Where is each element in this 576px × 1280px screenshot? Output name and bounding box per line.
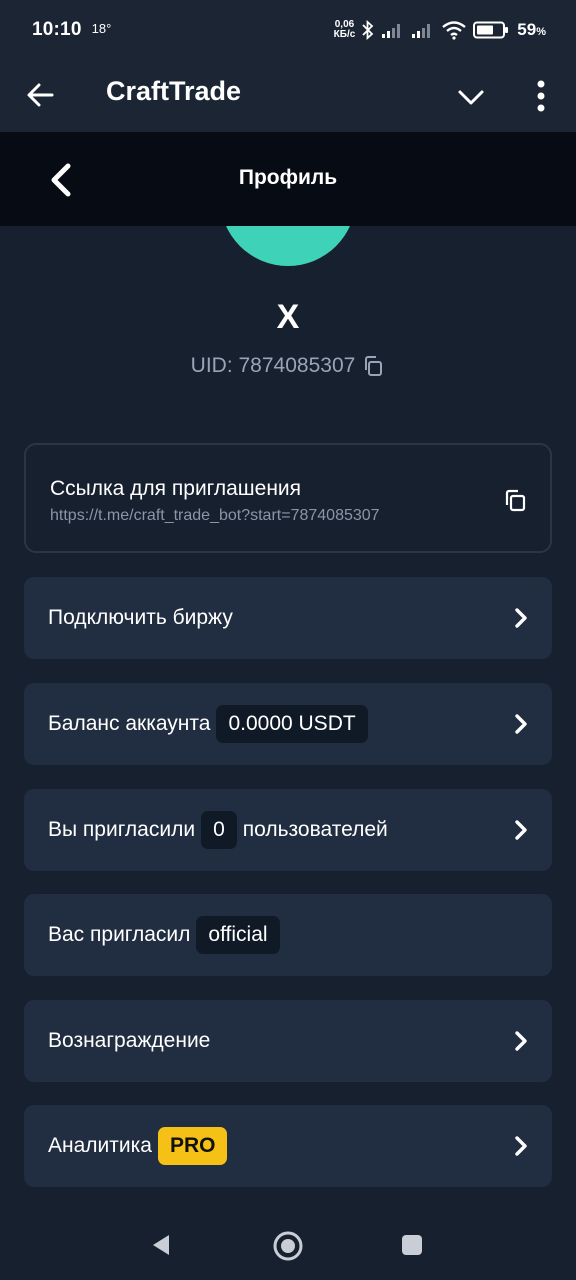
nav-back-icon[interactable] [148, 1232, 174, 1258]
system-nav-bar [0, 1210, 576, 1280]
chevron-right-icon [515, 608, 527, 628]
invited-by-item: Вас пригласил official [24, 894, 552, 976]
page-header: Профиль [0, 132, 576, 226]
copy-icon[interactable] [361, 354, 385, 378]
invited-users-item[interactable]: Вы пригласили 0 пользователей [24, 789, 552, 871]
signal-icon [382, 24, 401, 38]
status-icons: 0,06 КБ/с 59% [334, 20, 546, 40]
app-title: CraftTrade [106, 76, 242, 106]
page-title: Профиль [238, 166, 338, 189]
back-arrow-icon[interactable] [24, 78, 58, 112]
invited-by-label: Вас пригласил [48, 923, 191, 946]
profile-name: X [276, 298, 300, 336]
wifi-icon [442, 21, 467, 40]
invite-card[interactable]: Ссылка для приглашения https://t.me/craf… [24, 443, 552, 553]
status-bar: 10:10 18° 0,06 КБ/с 59% [0, 0, 576, 60]
battery-percent-value: 59 [517, 20, 537, 39]
reward-label: Вознаграждение [48, 1029, 211, 1052]
uid-row: UID: 7874085307 [0, 354, 576, 378]
balance-label: Баланс аккаунта [48, 712, 211, 735]
chevron-right-icon [515, 714, 527, 734]
chevron-right-icon [515, 1136, 527, 1156]
uid-text: UID: 7874085307 [190, 354, 356, 377]
copy-link-icon[interactable] [502, 487, 528, 513]
chevron-right-icon [515, 820, 527, 840]
chevron-down-icon[interactable] [454, 80, 488, 114]
nav-recents-icon[interactable] [400, 1233, 424, 1257]
status-temperature: 18° [91, 20, 112, 36]
avatar [220, 226, 356, 266]
bluetooth-icon [362, 20, 374, 40]
invited-prefix: Вы пригласили [48, 818, 196, 841]
status-time: 10:10 [32, 19, 82, 40]
nav-home-icon[interactable] [272, 1230, 304, 1262]
net-speed: 0,06 КБ/с [334, 20, 356, 40]
analytics-label: Аналитика [48, 1134, 152, 1157]
analytics-item[interactable]: Аналитика PRO [24, 1105, 552, 1187]
battery-percent-unit: % [536, 26, 546, 38]
battery-percent: 59% [517, 20, 546, 40]
battery-icon [473, 21, 509, 39]
connect-exchange-item[interactable]: Подключить биржу [24, 577, 552, 659]
invited-by-value: official [196, 916, 280, 954]
invite-link[interactable]: https://t.me/craft_trade_bot?start=78740… [50, 507, 380, 525]
avatar-area [0, 226, 576, 276]
invited-suffix: пользователей [242, 818, 388, 841]
connect-exchange-label: Подключить биржу [48, 606, 233, 629]
invite-title: Ссылка для приглашения [50, 477, 302, 500]
balance-value: 0.0000 USDT [216, 705, 368, 743]
pro-badge: PRO [157, 1127, 228, 1165]
reward-item[interactable]: Вознаграждение [24, 1000, 552, 1082]
more-vert-icon[interactable] [526, 76, 556, 116]
balance-item[interactable]: Баланс аккаунта 0.0000 USDT [24, 683, 552, 765]
net-speed-unit: КБ/с [333, 29, 356, 40]
signal-icon-2 [412, 24, 431, 38]
chevron-right-icon [515, 1031, 527, 1051]
app-bar: CraftTrade [0, 60, 576, 132]
invited-count: 0 [201, 811, 237, 849]
